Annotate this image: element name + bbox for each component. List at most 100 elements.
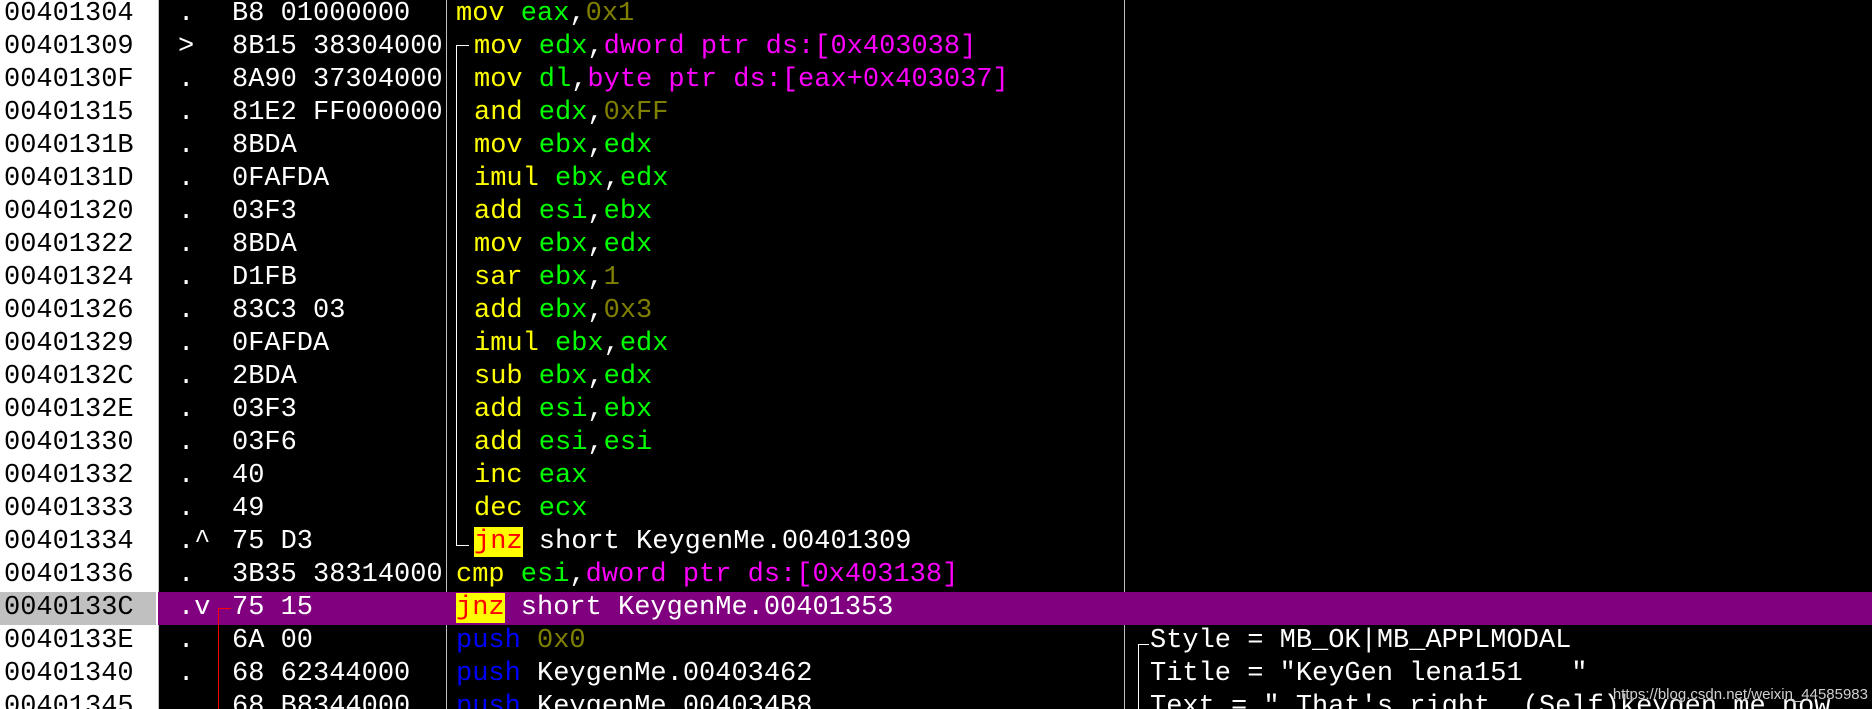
- disassembler-view[interactable]: 00401304. B8 01000000 mov eax,0x1 00401309 >…: [0, 0, 1872, 709]
- opcode-bytes[interactable]: 03F3: [232, 196, 446, 229]
- instruction-row[interactable]: 00401329. 0FAFDA imul ebx,edx: [0, 328, 1872, 361]
- opcode-bytes[interactable]: 8B15 38304000: [232, 31, 446, 64]
- disassembly-text[interactable]: mov ebx,edx: [474, 130, 652, 163]
- disassembly-text[interactable]: add ebx,0x3: [474, 295, 652, 328]
- disassembly-text[interactable]: push KeygenMe.004034B8: [456, 691, 812, 709]
- instruction-row[interactable]: 00401333. 49 dec ecx: [0, 493, 1872, 526]
- instruction-row[interactable]: 00401309 >8B15 38304000 mov edx,dword ptr …: [0, 31, 1872, 64]
- opcode-bytes[interactable]: 83C3 03: [232, 295, 446, 328]
- opcode-bytes[interactable]: 49: [232, 493, 446, 526]
- instruction-address[interactable]: 0040132E: [0, 394, 156, 427]
- disassembly-text[interactable]: and edx,0xFF: [474, 97, 668, 130]
- opcode-bytes[interactable]: 8BDA: [232, 229, 446, 262]
- disassembly-text[interactable]: mov eax,0x1: [456, 0, 634, 31]
- instruction-row[interactable]: 00401334 .^ 75 D3 jnz short KeygenMe.004013…: [0, 526, 1872, 559]
- instruction-row[interactable]: 0040132C. 2BDA sub ebx,edx: [0, 361, 1872, 394]
- instruction-row[interactable]: 0040131B. 8BDA mov ebx,edx: [0, 130, 1872, 163]
- disassembly-text[interactable]: push KeygenMe.00403462: [456, 658, 812, 691]
- opcode-bytes[interactable]: 6A 00: [232, 625, 446, 658]
- operand: esi: [522, 197, 588, 227]
- instruction-address[interactable]: 0040131D: [0, 163, 156, 196]
- instruction-row[interactable]: 00401315. 81E2 FF000000 and edx,0xFF: [0, 97, 1872, 130]
- instruction-comment[interactable]: Style = MB_OK|MB_APPLMODAL: [1150, 625, 1571, 658]
- disassembly-text[interactable]: add esi,esi: [474, 427, 652, 460]
- opcode-bytes[interactable]: 40: [232, 460, 446, 493]
- disassembly-text[interactable]: push 0x0: [456, 625, 586, 658]
- opcode-bytes[interactable]: D1FB: [232, 262, 446, 295]
- instruction-row[interactable]: 00401320. 03F3 add esi,ebx: [0, 196, 1872, 229]
- instruction-address[interactable]: 0040133C: [0, 592, 156, 625]
- disassembly-text[interactable]: inc eax: [474, 460, 587, 493]
- instruction-address[interactable]: 00401320: [0, 196, 156, 229]
- operand: ebx: [522, 263, 588, 293]
- instruction-row[interactable]: 00401324. D1FB sar ebx,1: [0, 262, 1872, 295]
- instruction-row[interactable]: 00401322. 8BDA mov ebx,edx: [0, 229, 1872, 262]
- instruction-row[interactable]: 0040133E. 6A 00 push 0x0 Style = MB_OK|MB_A…: [0, 625, 1872, 658]
- disassembly-text[interactable]: jnz short KeygenMe.00401309: [474, 526, 911, 559]
- disassembly-text[interactable]: mov dl,byte ptr ds:[eax+0x403037]: [474, 64, 1009, 97]
- jump-marker: .: [178, 329, 195, 359]
- opcode-bytes[interactable]: 8A90 37304000: [232, 64, 446, 97]
- instruction-row[interactable]: 00401326. 83C3 03 add ebx,0x3: [0, 295, 1872, 328]
- opcode-bytes[interactable]: 68 B8344000: [232, 691, 446, 709]
- instruction-row[interactable]: 0040132E. 03F3 add esi,ebx: [0, 394, 1872, 427]
- disassembly-text[interactable]: sar ebx,1: [474, 262, 620, 295]
- opcode-bytes[interactable]: 68 62344000: [232, 658, 446, 691]
- instruction-address[interactable]: 00401334: [0, 526, 156, 559]
- instruction-row[interactable]: 00401345. 68 B8344000 push KeygenMe.004034…: [0, 691, 1872, 709]
- opcode-bytes[interactable]: 81E2 FF000000: [232, 97, 446, 130]
- instruction-address[interactable]: 00401333: [0, 493, 156, 526]
- instruction-address[interactable]: 0040133E: [0, 625, 156, 658]
- opcode-bytes[interactable]: 75 15: [232, 592, 446, 625]
- instruction-address[interactable]: 00401322: [0, 229, 156, 262]
- disassembly-text[interactable]: add esi,ebx: [474, 394, 652, 427]
- opcode-bytes[interactable]: 75 D3: [232, 526, 446, 559]
- instruction-row[interactable]: 00401304. B8 01000000 mov eax,0x1: [0, 0, 1872, 31]
- disassembly-text[interactable]: add esi,ebx: [474, 196, 652, 229]
- instruction-row[interactable]: 00401330. 03F6 add esi,esi: [0, 427, 1872, 460]
- instruction-address[interactable]: 00401329: [0, 328, 156, 361]
- opcode-bytes[interactable]: 03F6: [232, 427, 446, 460]
- disassembly-text[interactable]: cmp esi,dword ptr ds:[0x403138]: [456, 559, 958, 592]
- opcode-bytes[interactable]: 03F3: [232, 394, 446, 427]
- instruction-row[interactable]: 00401336. 3B35 38314000 cmp esi,dword ptr …: [0, 559, 1872, 592]
- instruction-address[interactable]: 00401336: [0, 559, 156, 592]
- instruction-row[interactable]: 00401340. 68 62344000 push KeygenMe.004034…: [0, 658, 1872, 691]
- opcode-bytes[interactable]: 8BDA: [232, 130, 446, 163]
- opcode-bytes[interactable]: 3B35 38314000: [232, 559, 446, 592]
- jump-marker: .: [178, 560, 195, 590]
- operand: ,: [587, 131, 604, 161]
- opcode-bytes[interactable]: 2BDA: [232, 361, 446, 394]
- instruction-address[interactable]: 00401330: [0, 427, 156, 460]
- disassembly-text[interactable]: imul ebx,edx: [474, 163, 668, 196]
- instruction-address[interactable]: 00401315: [0, 97, 156, 130]
- instruction-address[interactable]: 0040131B: [0, 130, 156, 163]
- instruction-address[interactable]: 00401340: [0, 658, 156, 691]
- operand: ,: [603, 329, 620, 359]
- instruction-address[interactable]: 0040130F: [0, 64, 156, 97]
- selected-instruction-row[interactable]: 0040133C .v 75 15 jnz short KeygenMe.004013…: [0, 592, 1872, 625]
- jump-marker: .: [178, 362, 195, 392]
- instruction-row[interactable]: 0040131D. 0FAFDA imul ebx,edx: [0, 163, 1872, 196]
- instruction-address[interactable]: 0040132C: [0, 361, 156, 394]
- instruction-row[interactable]: 00401332. 40 inc eax: [0, 460, 1872, 493]
- mnemonic: jnz: [456, 593, 505, 623]
- disassembly-text[interactable]: sub ebx,edx: [474, 361, 652, 394]
- instruction-row[interactable]: 0040130F. 8A90 37304000 mov dl,byte ptr ds…: [0, 64, 1872, 97]
- instruction-address[interactable]: 00401309: [0, 31, 156, 64]
- disassembly-text[interactable]: mov ebx,edx: [474, 229, 652, 262]
- disassembly-text[interactable]: mov edx,dword ptr ds:[0x403038]: [474, 31, 976, 64]
- instruction-comment[interactable]: Title = "KeyGen lena151 ": [1150, 658, 1587, 691]
- disassembly-text[interactable]: jnz short KeygenMe.00401353: [456, 592, 893, 625]
- disassembly-text[interactable]: dec ecx: [474, 493, 587, 526]
- instruction-address[interactable]: 00401304: [0, 0, 156, 31]
- mnemonic: imul: [474, 164, 539, 194]
- opcode-bytes[interactable]: 0FAFDA: [232, 163, 446, 196]
- disassembly-text[interactable]: imul ebx,edx: [474, 328, 668, 361]
- instruction-address[interactable]: 00401345: [0, 691, 156, 709]
- opcode-bytes[interactable]: B8 01000000: [232, 0, 446, 31]
- instruction-address[interactable]: 00401332: [0, 460, 156, 493]
- instruction-address[interactable]: 00401324: [0, 262, 156, 295]
- instruction-address[interactable]: 00401326: [0, 295, 156, 328]
- opcode-bytes[interactable]: 0FAFDA: [232, 328, 446, 361]
